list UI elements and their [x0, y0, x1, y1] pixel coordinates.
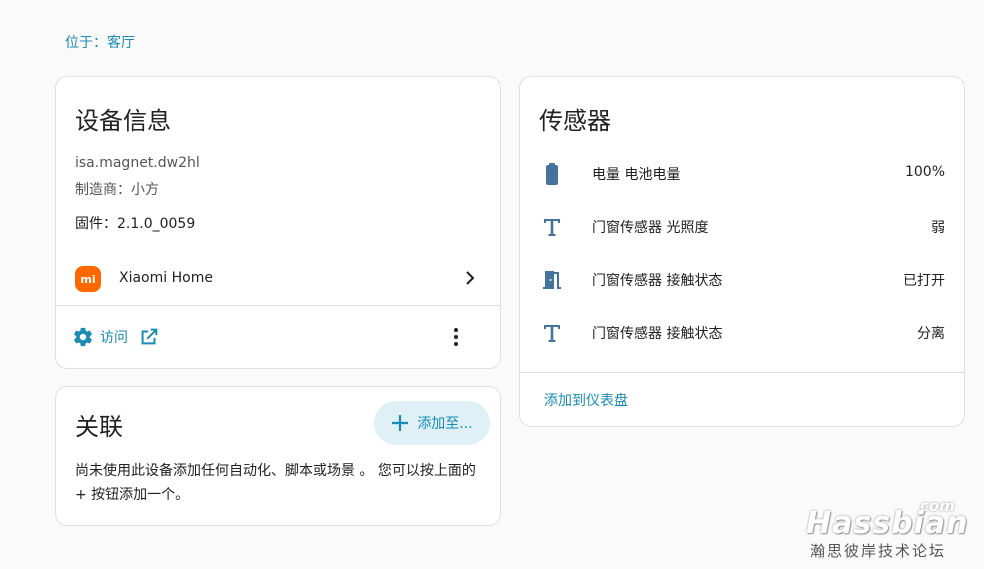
sensor-value: 100% [904, 164, 945, 180]
related-title: 关联 [75, 413, 123, 441]
related-card: 关联 添加至... 尚未使用此设备添加任何自动化、脚本或场景 。 您可以按上面的… [55, 386, 501, 526]
sensors-title: 传感器 [539, 107, 611, 135]
add-to-button[interactable]: 添加至... [374, 401, 490, 445]
device-manufacturer: 制造商：小方 [75, 182, 159, 198]
visit-label: 访问 [100, 330, 128, 346]
visit-button[interactable]: 访问 [72, 323, 160, 351]
sensors-card: 传感器 电量 电池电量 100% 门窗传感器 光照度 弱 门窗传感器 接触状态 … [519, 76, 965, 427]
add-to-label: 添加至... [417, 416, 473, 432]
sensor-name: 门窗传感器 接触状态 [592, 326, 723, 342]
device-firmware: 固件：2.1.0_0059 [75, 216, 196, 232]
sensor-name: 门窗传感器 接触状态 [592, 273, 723, 289]
sensor-row-contact-open[interactable]: 门窗传感器 接触状态 已打开 [520, 254, 964, 306]
plus-icon [392, 415, 409, 431]
sensor-value: 分离 [917, 326, 945, 342]
device-model: isa.magnet.dw2hl [75, 155, 200, 171]
door-open-icon [543, 271, 561, 289]
sensor-row-battery[interactable]: 电量 电池电量 100% [520, 148, 964, 200]
add-to-dashboard-button[interactable]: 添加到仪表盘 [544, 390, 628, 410]
integration-row-xiaomi-home[interactable]: mi Xiaomi Home [56, 258, 500, 306]
sensor-name: 电量 电池电量 [592, 167, 681, 183]
text-t-icon [544, 219, 560, 236]
sensor-value: 已打开 [903, 273, 945, 289]
related-empty-text: 尚未使用此设备添加任何自动化、脚本或场景 。 您可以按上面的 + 按钮添加一个。 [75, 463, 476, 503]
sensor-row-illuminance[interactable]: 门窗传感器 光照度 弱 [520, 201, 964, 253]
card-divider [56, 305, 500, 306]
xiaomi-logo-icon: mi [75, 266, 101, 292]
watermark-logo: Hassbian [806, 506, 969, 541]
integration-label: Xiaomi Home [119, 270, 213, 286]
sensor-value: 弱 [931, 220, 945, 236]
more-options-icon[interactable] [448, 327, 464, 347]
sensor-row-contact-state[interactable]: 门窗传感器 接触状态 分离 [520, 307, 964, 359]
device-info-card: 设备信息 isa.magnet.dw2hl 制造商：小方 固件：2.1.0_00… [55, 76, 501, 369]
chevron-right-icon [466, 271, 475, 285]
device-info-title: 设备信息 [75, 107, 171, 135]
card-divider [520, 372, 964, 373]
gear-icon [74, 327, 92, 347]
text-t-icon [544, 325, 560, 342]
sensor-name: 门窗传感器 光照度 [592, 220, 709, 236]
breadcrumb-area-link[interactable]: 位于：客厅 [65, 32, 135, 52]
open-in-new-icon [141, 328, 158, 345]
battery-icon [546, 163, 558, 185]
watermark-subtitle: 瀚思彼岸技术论坛 [810, 542, 947, 560]
